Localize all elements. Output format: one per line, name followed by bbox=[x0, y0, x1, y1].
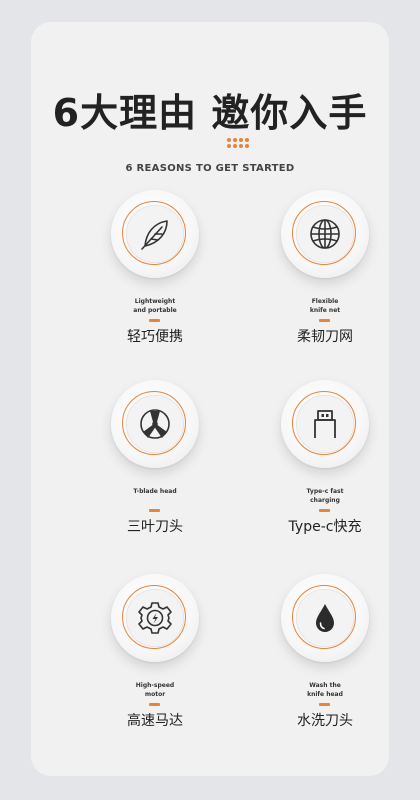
accent-bar bbox=[319, 319, 330, 322]
page-title: 6大理由 邀你入手 bbox=[52, 91, 368, 135]
feature-label-en: High-speed motor bbox=[135, 682, 175, 698]
feature-label-en: T-blade head bbox=[133, 488, 177, 495]
content-card: 6大理由 邀你入手 6 REASONS TO GET STARTED Light… bbox=[31, 22, 389, 776]
feature-label-en: Lightweight and portable bbox=[133, 298, 177, 314]
water-drop-icon bbox=[316, 604, 334, 632]
feature-type-c: Type-c fast charging Type-c快充 bbox=[255, 380, 395, 540]
globe-net-icon bbox=[310, 219, 340, 249]
icon-disc bbox=[111, 574, 199, 662]
feature-label-en: Flexible knife net bbox=[309, 298, 341, 314]
t-blade-icon bbox=[140, 409, 170, 439]
feature-label-en: Type-c fast charging bbox=[306, 488, 344, 504]
accent-bar bbox=[319, 703, 330, 706]
feather-icon bbox=[141, 220, 168, 250]
page-subtitle: 6 REASONS TO GET STARTED bbox=[125, 163, 295, 174]
feature-label-zh: 水洗刀头 bbox=[297, 713, 353, 729]
feature-label-zh: 高速马达 bbox=[127, 713, 183, 729]
icon-disc bbox=[111, 380, 199, 468]
feature-washable: Wash the knife head 水洗刀头 bbox=[255, 574, 395, 734]
usb-type-c-icon bbox=[314, 410, 336, 438]
feature-knife-net: Flexible knife net 柔韧刀网 bbox=[255, 190, 395, 350]
feature-label-zh: 柔韧刀网 bbox=[297, 329, 353, 345]
accent-bar bbox=[149, 509, 160, 512]
feature-t-blade: T-blade head 三叶刀头 bbox=[85, 380, 225, 540]
accent-bar bbox=[149, 319, 160, 322]
feature-lightweight: Lightweight and portable 轻巧便携 bbox=[85, 190, 225, 350]
motor-gear-icon bbox=[138, 602, 172, 634]
feature-label-zh: 三叶刀头 bbox=[127, 519, 183, 535]
icon-disc bbox=[281, 380, 369, 468]
icon-disc bbox=[281, 190, 369, 278]
feature-label-zh: Type-c快充 bbox=[288, 519, 362, 535]
feature-label-zh: 轻巧便携 bbox=[127, 329, 183, 345]
accent-bar bbox=[319, 509, 330, 512]
icon-disc bbox=[111, 190, 199, 278]
feature-motor: High-speed motor 高速马达 bbox=[85, 574, 225, 734]
icon-disc bbox=[281, 574, 369, 662]
decorative-dots bbox=[227, 138, 255, 148]
accent-bar bbox=[149, 703, 160, 706]
feature-label-en: Wash the knife head bbox=[307, 682, 343, 698]
